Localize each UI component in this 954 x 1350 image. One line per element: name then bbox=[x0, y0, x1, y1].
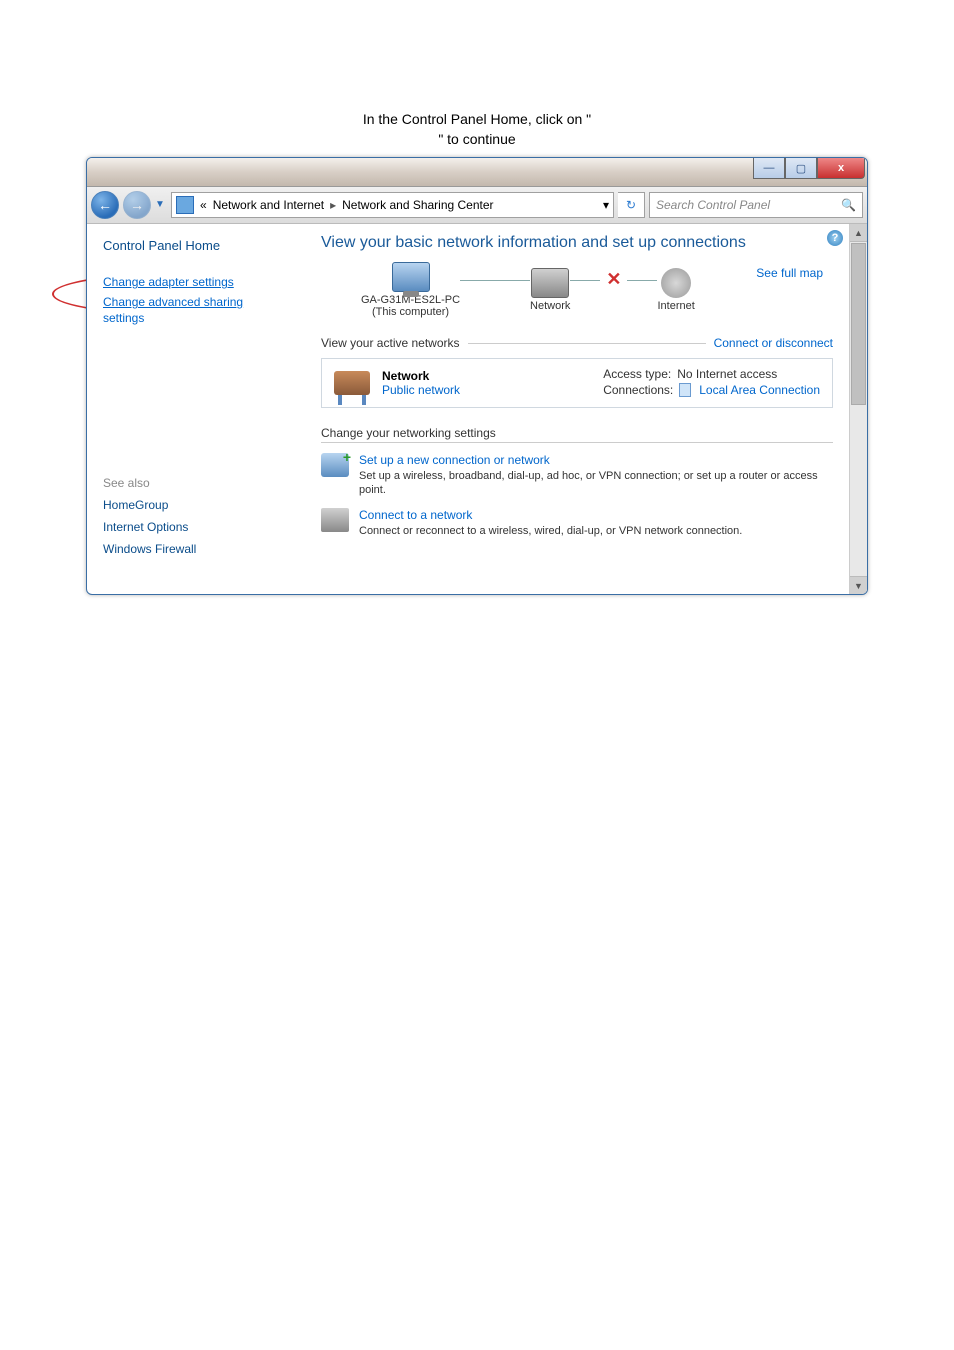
instruction-line2: " to continue bbox=[438, 131, 515, 147]
network-map: See full map GA-G31M-ES2L-PC (This compu… bbox=[321, 262, 833, 332]
scroll-up-button[interactable]: ▲ bbox=[850, 224, 867, 242]
setup-connection-icon bbox=[321, 453, 349, 477]
connect-network-title[interactable]: Connect to a network bbox=[359, 508, 742, 522]
network-name[interactable]: Network bbox=[382, 369, 460, 383]
nav-back-button[interactable]: ← bbox=[91, 191, 119, 219]
content-area: ? View your basic network information an… bbox=[311, 224, 849, 594]
map-line bbox=[460, 280, 530, 281]
section-title: View your basic network information and … bbox=[321, 234, 833, 252]
setup-connection-desc: Set up a wireless, broadband, dial-up, a… bbox=[359, 469, 833, 498]
active-networks-label: View your active networks bbox=[321, 336, 460, 350]
change-advanced-sharing-link[interactable]: Change advanced sharing settings bbox=[103, 295, 303, 326]
sidebar-homegroup[interactable]: HomeGroup bbox=[103, 498, 303, 512]
change-adapter-settings-link[interactable]: Change adapter settings bbox=[103, 275, 303, 289]
change-settings-header: Change your networking settings bbox=[321, 426, 833, 443]
breadcrumb-prefix: « bbox=[200, 198, 207, 212]
nav-history-dropdown[interactable]: ▼ bbox=[155, 199, 167, 211]
connect-network-icon bbox=[321, 508, 349, 532]
nav-forward-button[interactable]: → bbox=[123, 191, 151, 219]
control-panel-home[interactable]: Control Panel Home bbox=[103, 238, 303, 253]
setup-connection-item[interactable]: Set up a new connection or network Set u… bbox=[321, 453, 833, 498]
help-icon[interactable]: ? bbox=[827, 230, 843, 246]
scrollbar[interactable]: ▲ ▼ bbox=[849, 224, 867, 594]
breadcrumb-part2[interactable]: Network and Sharing Center bbox=[342, 198, 493, 212]
navbar: ← → ▼ « Network and Internet ▸ Network a… bbox=[87, 187, 867, 224]
search-icon[interactable]: 🔍 bbox=[841, 198, 856, 212]
scroll-down-button[interactable]: ▼ bbox=[850, 576, 867, 594]
connect-disconnect-link[interactable]: Connect or disconnect bbox=[714, 336, 833, 350]
window: — ▢ x ← → ▼ « Network and Internet ▸ Net… bbox=[86, 157, 868, 595]
setup-connection-title[interactable]: Set up a new connection or network bbox=[359, 453, 833, 467]
connect-network-desc: Connect or reconnect to a wireless, wire… bbox=[359, 524, 742, 538]
connect-network-item[interactable]: Connect to a network Connect or reconnec… bbox=[321, 508, 833, 538]
breadcrumb-dropdown[interactable]: ▾ bbox=[603, 198, 609, 212]
search-placeholder: Search Control Panel bbox=[656, 198, 770, 212]
close-button[interactable]: x bbox=[817, 158, 865, 179]
window-buttons: — ▢ x bbox=[753, 158, 865, 179]
map-node-internet[interactable]: Internet bbox=[657, 268, 694, 312]
network-icon bbox=[176, 196, 194, 214]
bench-icon bbox=[334, 371, 370, 395]
network-device-icon bbox=[531, 268, 569, 298]
globe-icon bbox=[661, 268, 691, 298]
breadcrumb-part1[interactable]: Network and Internet bbox=[213, 198, 324, 212]
map-node-pc[interactable]: GA-G31M-ES2L-PC (This computer) bbox=[361, 262, 460, 318]
titlebar[interactable]: — ▢ x bbox=[87, 158, 867, 187]
instruction-text: In the Control Panel Home, click on " " … bbox=[0, 110, 954, 149]
maximize-button[interactable]: ▢ bbox=[785, 158, 817, 179]
scroll-thumb[interactable] bbox=[851, 243, 866, 405]
access-type-value: No Internet access bbox=[677, 367, 777, 381]
see-also-header: See also bbox=[103, 476, 303, 490]
map-node-network[interactable]: Network bbox=[530, 268, 570, 312]
disconnect-icon: ✕ bbox=[606, 269, 621, 290]
pc-icon bbox=[392, 262, 430, 292]
network-type-link[interactable]: Public network bbox=[382, 383, 460, 397]
lan-icon bbox=[679, 383, 691, 397]
see-full-map-link[interactable]: See full map bbox=[756, 266, 823, 280]
connection-link[interactable]: Local Area Connection bbox=[699, 383, 820, 397]
access-type-label: Access type: bbox=[603, 367, 671, 381]
minimize-button[interactable]: — bbox=[753, 158, 785, 179]
connections-label: Connections: bbox=[603, 383, 673, 397]
sidebar-windows-firewall[interactable]: Windows Firewall bbox=[103, 542, 303, 556]
map-line bbox=[570, 280, 600, 281]
network-card: Network Public network Access type: No I… bbox=[321, 358, 833, 408]
refresh-button[interactable]: ↻ bbox=[618, 192, 645, 218]
sidebar-internet-options[interactable]: Internet Options bbox=[103, 520, 303, 534]
breadcrumb-sep: ▸ bbox=[330, 198, 336, 212]
map-line bbox=[627, 280, 657, 281]
sidebar: Control Panel Home Change adapter settin… bbox=[87, 224, 311, 594]
search-input[interactable]: Search Control Panel 🔍 bbox=[649, 192, 863, 218]
instruction-line1: In the Control Panel Home, click on " bbox=[363, 111, 591, 127]
breadcrumb[interactable]: « Network and Internet ▸ Network and Sha… bbox=[171, 192, 614, 218]
